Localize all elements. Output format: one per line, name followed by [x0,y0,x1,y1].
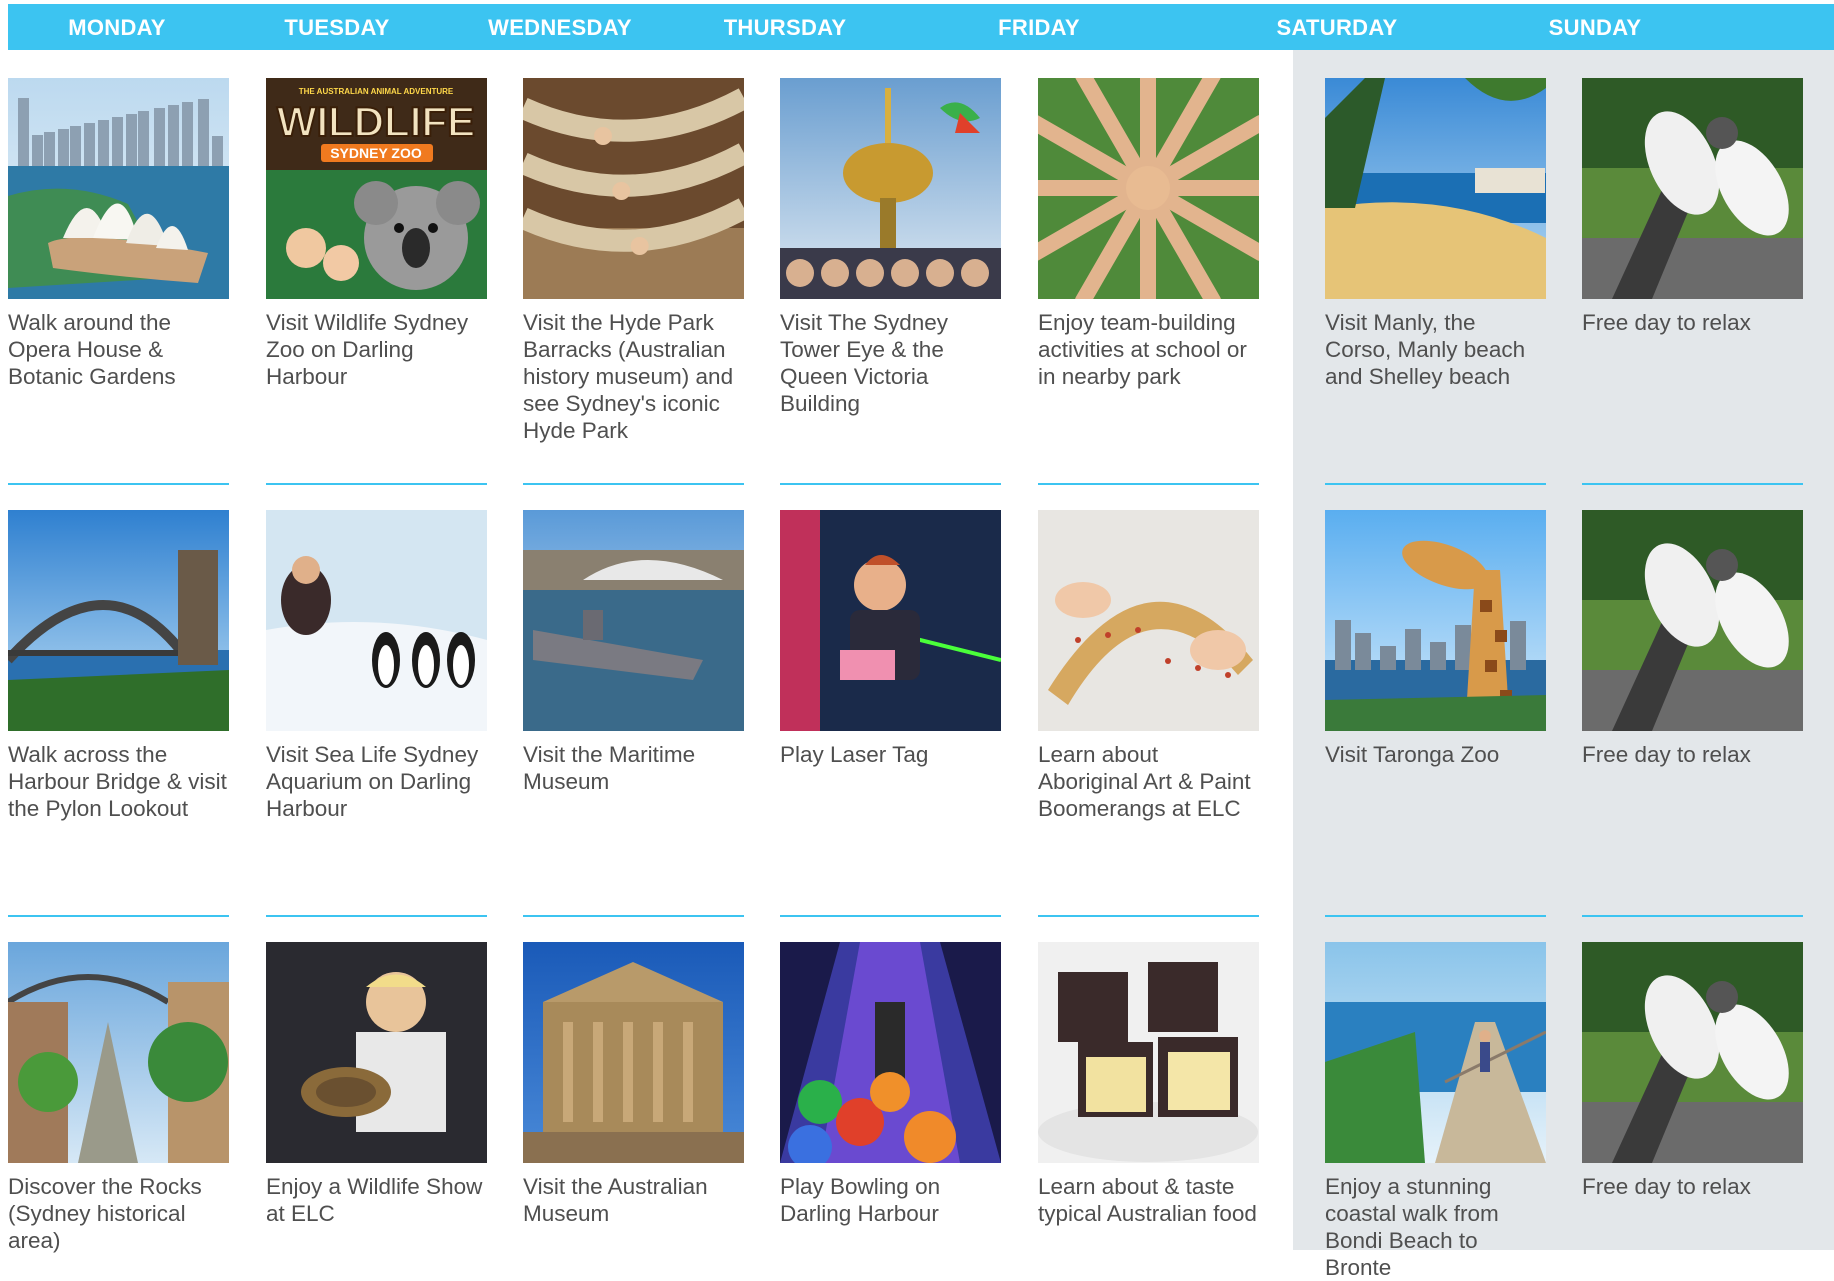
row-divider [266,915,487,917]
opera-house-photo [8,78,229,299]
activity-caption: Free day to relax [1582,1174,1751,1199]
row-divider [1325,483,1546,485]
activity-card: Play Laser Tag [780,510,1001,768]
australian-museum-photo [523,942,744,1163]
row-divider [8,483,229,485]
row-divider [1038,483,1259,485]
activity-card: THE AUSTRALIAN ANIMAL ADVENTURE WILDLIFE… [266,78,487,390]
manly-beach-photo [1325,78,1546,299]
svg-text:THE AUSTRALIAN ANIMAL ADVENTUR: THE AUSTRALIAN ANIMAL ADVENTURE [299,87,454,96]
activity-caption: Visit Wildlife Sydney Zoo on Darling Har… [266,310,469,389]
team-hands-photo [1038,78,1259,299]
day-thursday: THURSDAY [723,15,847,40]
activity-caption: Enjoy team-building activities at school… [1038,310,1247,389]
row-divider [1325,915,1546,917]
relax-feet-photo [1582,942,1803,1163]
svg-text:SYDNEY ZOO: SYDNEY ZOO [330,145,422,161]
activity-caption: Visit the Maritime Museum [523,742,696,794]
row-divider [1038,915,1259,917]
maritime-museum-photo [523,510,744,731]
bowling-photo [780,942,1001,1163]
activity-caption: Visit The Sydney Tower Eye & the Queen V… [780,310,949,416]
laser-tag-photo [780,510,1001,731]
hammocks-photo [523,78,744,299]
activity-card: Enjoy a Wildlife Show at ELC [266,942,487,1227]
activity-card: Free day to relax [1582,942,1803,1200]
row-divider [780,483,1001,485]
activity-card: Play Bowling on Darling Harbour [780,942,1001,1227]
activity-card: Visit the Australian Museum [523,942,744,1227]
day-saturday: SATURDAY [1276,15,1398,40]
row-divider [523,915,744,917]
row-divider [1582,483,1803,485]
day-monday: MONDAY [68,15,166,40]
activity-caption: Visit Sea Life Sydney Aquarium on Darlin… [266,742,479,821]
activity-caption: Learn about & taste typical Australian f… [1038,1174,1257,1226]
activity-card: Visit Sea Life Sydney Aquarium on Darlin… [266,510,487,822]
activity-caption: Free day to relax [1582,310,1751,335]
activity-card: Discover the Rocks (Sydney historical ar… [8,942,229,1254]
activity-caption: Discover the Rocks (Sydney historical ar… [8,1174,202,1253]
activity-card: Learn about Aboriginal Art & Paint Boome… [1038,510,1259,822]
activity-caption: Free day to relax [1582,742,1751,767]
activity-card: Visit the Hyde Park Barracks (Australian… [523,78,744,444]
aquarium-penguins-photo [266,510,487,731]
activity-caption: Walk around the Opera House & Botanic Ga… [8,310,176,389]
relax-feet-photo [1582,510,1803,731]
activity-caption: Visit the Hyde Park Barracks (Australian… [523,310,734,443]
row-divider [1582,915,1803,917]
boomerang-photo [1038,510,1259,731]
activity-caption: Visit the Australian Museum [523,1174,708,1226]
day-sunday: SUNDAY [1548,15,1642,40]
row-divider [8,915,229,917]
row-divider [523,483,744,485]
activity-caption: Visit Manly, the Corso, Manly beach and … [1325,310,1526,389]
row-divider [266,483,487,485]
wildlife-show-photo [266,942,487,1163]
weekday-header: MONDAY TUESDAY WEDNESDAY THURSDAY FRIDAY… [8,4,1834,50]
activity-card: Enjoy team-building activities at school… [1038,78,1259,390]
activity-card: Walk across the Harbour Bridge & visit t… [8,510,229,822]
day-tuesday: TUESDAY [284,15,390,40]
activity-caption: Play Bowling on Darling Harbour [780,1174,941,1226]
coastal-walk-photo [1325,942,1546,1163]
wildlife-zoo-photo: THE AUSTRALIAN ANIMAL ADVENTURE WILDLIFE… [266,78,487,299]
activity-card: Visit The Sydney Tower Eye & the Queen V… [780,78,1001,417]
activity-card: Free day to relax [1582,510,1803,768]
day-friday: FRIDAY [998,15,1080,40]
activity-caption: Learn about Aboriginal Art & Paint Boome… [1038,742,1251,821]
row-divider [780,915,1001,917]
activity-caption: Walk across the Harbour Bridge & visit t… [8,742,227,821]
harbour-bridge-photo [8,510,229,731]
relax-feet-photo [1582,78,1803,299]
giraffe-photo [1325,510,1546,731]
activity-caption: Enjoy a Wildlife Show at ELC [266,1174,483,1226]
activity-card: Free day to relax [1582,78,1803,336]
day-wednesday: WEDNESDAY [488,15,632,40]
activity-card: Visit Taronga Zoo [1325,510,1546,768]
svg-text:WILDLIFE: WILDLIFE [277,98,475,145]
the-rocks-photo [8,942,229,1163]
activity-card: Walk around the Opera House & Botanic Ga… [8,78,229,390]
sydney-tower-photo [780,78,1001,299]
activity-card: Visit the Maritime Museum [523,510,744,795]
lamingtons-photo [1038,942,1259,1163]
activity-caption: Enjoy a stunning coastal walk from Bondi… [1325,1174,1499,1280]
activity-card: Enjoy a stunning coastal walk from Bondi… [1325,942,1546,1281]
activity-caption: Visit Taronga Zoo [1325,742,1500,767]
activity-card: Learn about & taste typical Australian f… [1038,942,1259,1227]
activity-caption: Play Laser Tag [780,742,929,767]
activity-card: Visit Manly, the Corso, Manly beach and … [1325,78,1546,390]
